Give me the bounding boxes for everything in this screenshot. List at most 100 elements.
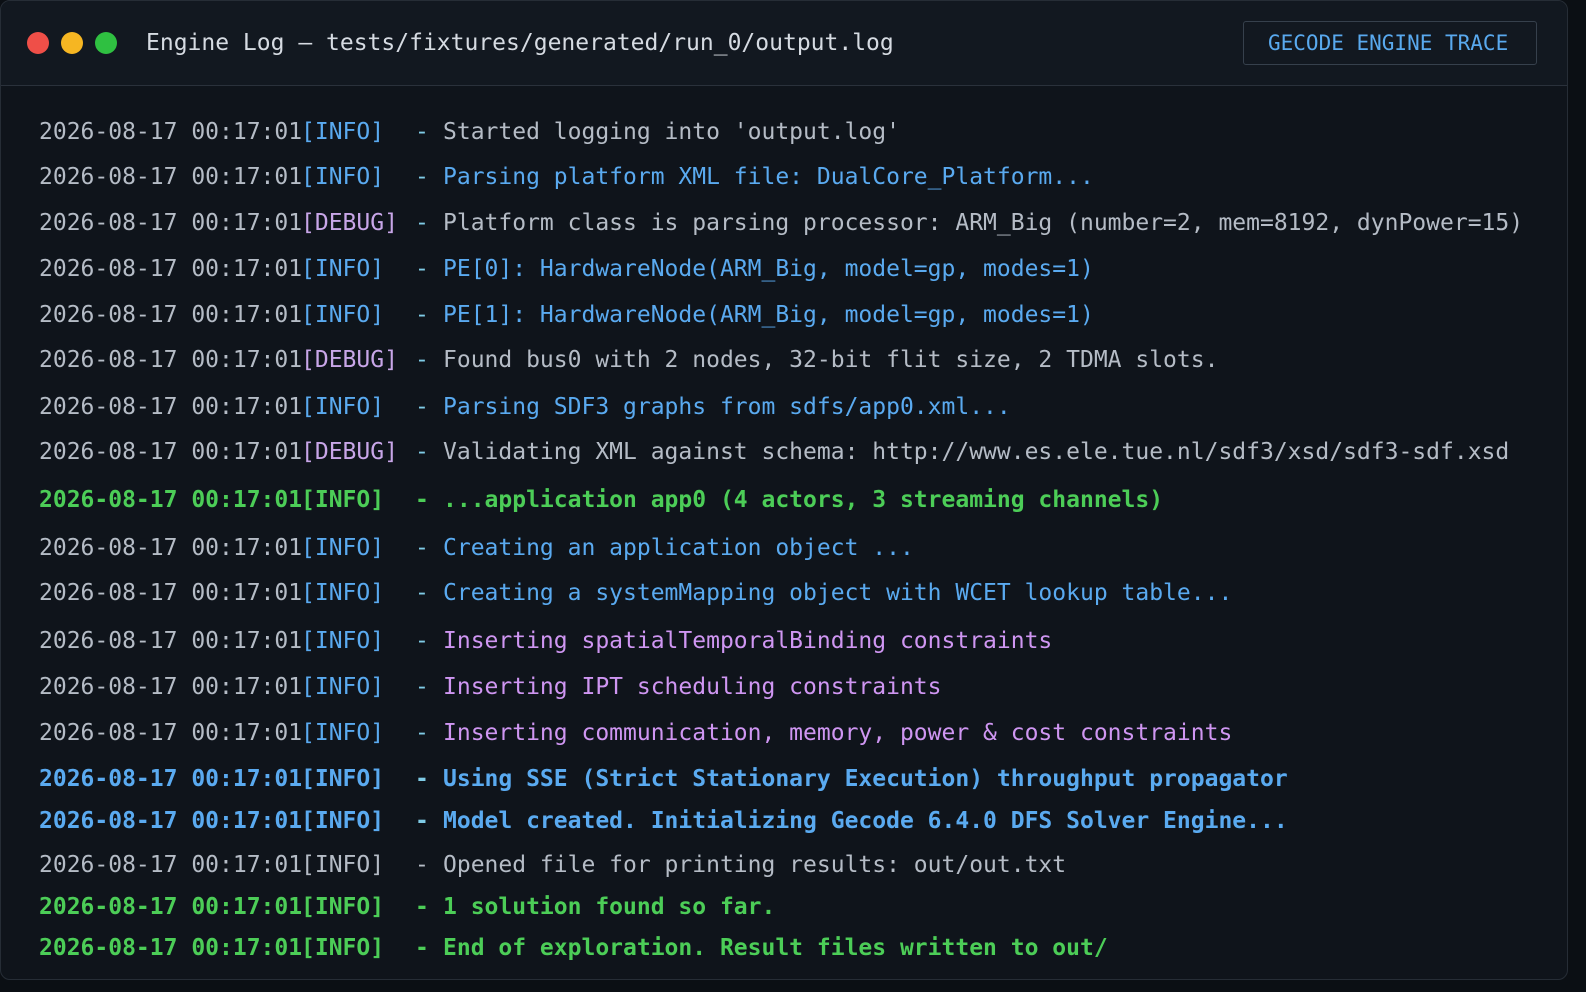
log-line: 2026-08-17 00:17:01[INFO] - ...application…	[39, 482, 1163, 518]
log-line: 2026-08-17 00:17:01[INFO] - Model created.…	[39, 803, 1288, 839]
log-separator: -	[415, 628, 429, 654]
log-message: Platform class is parsing processor: ARM…	[443, 210, 1524, 236]
log-separator: -	[415, 119, 429, 145]
log-message: Creating an application object ...	[443, 535, 914, 561]
log-separator: -	[415, 535, 429, 561]
log-line: 2026-08-17 00:17:01[DEBUG] - Found bus0 wi…	[39, 342, 1218, 378]
log-timestamp: 2026-08-17 00:17:01	[39, 119, 303, 145]
log-message: Inserting spatialTemporalBinding constra…	[443, 628, 1053, 654]
log-level: [INFO]	[301, 720, 385, 746]
log-message: Creating a systemMapping object with WCE…	[443, 580, 1233, 606]
log-timestamp: 2026-08-17 00:17:01	[39, 487, 303, 513]
log-separator: -	[415, 487, 429, 513]
log-timestamp: 2026-08-17 00:17:01	[39, 894, 303, 920]
log-line: 2026-08-17 00:17:01[INFO] - Inserting comm…	[39, 715, 1232, 751]
log-separator: -	[415, 210, 429, 236]
log-level: [INFO]	[301, 628, 385, 654]
log-timestamp: 2026-08-17 00:17:01	[39, 210, 303, 236]
log-timestamp: 2026-08-17 00:17:01	[39, 439, 303, 465]
log-message: Validating XML against schema: http://ww…	[443, 439, 1510, 465]
log-level: [INFO]	[301, 487, 385, 513]
engine-trace-badge: GECODE ENGINE TRACE	[1243, 21, 1537, 65]
log-message: Inserting communication, memory, power &…	[443, 720, 1233, 746]
log-line: 2026-08-17 00:17:01[INFO] - Creating a sys…	[39, 575, 1232, 611]
log-separator: -	[415, 720, 429, 746]
log-line: 2026-08-17 00:17:01[INFO] - Using SSE (Str…	[39, 761, 1288, 797]
log-level: [DEBUG]	[301, 210, 398, 236]
window-title: Engine Log — tests/fixtures/generated/ru…	[146, 30, 894, 56]
log-level: [INFO]	[301, 580, 385, 606]
log-level: [DEBUG]	[301, 347, 398, 373]
log-message: Opened file for printing results: out/ou…	[443, 852, 1067, 878]
log-timestamp: 2026-08-17 00:17:01	[39, 535, 303, 561]
log-timestamp: 2026-08-17 00:17:01	[39, 628, 303, 654]
log-level: [INFO]	[301, 119, 385, 145]
log-level: [INFO]	[301, 894, 385, 920]
log-timestamp: 2026-08-17 00:17:01	[39, 674, 303, 700]
log-message: PE[1]: HardwareNode(ARM_Big, model=gp, m…	[443, 302, 1094, 328]
log-line: 2026-08-17 00:17:01[INFO] - Opened file fo…	[39, 847, 1066, 883]
log-timestamp: 2026-08-17 00:17:01	[39, 302, 303, 328]
log-timestamp: 2026-08-17 00:17:01	[39, 164, 303, 190]
log-level: [INFO]	[301, 394, 385, 420]
log-separator: -	[415, 935, 429, 961]
log-timestamp: 2026-08-17 00:17:01	[39, 580, 303, 606]
log-line: 2026-08-17 00:17:01[INFO] -1 solution fou…	[39, 889, 775, 925]
minimize-window-button[interactable]	[61, 32, 83, 54]
log-separator: -	[415, 164, 429, 190]
log-separator: -	[415, 256, 429, 282]
log-message: ...application app0 (4 actors, 3 streami…	[443, 487, 1164, 513]
log-message: End of exploration. Result files written…	[443, 935, 1108, 961]
log-timestamp: 2026-08-17 00:17:01	[39, 808, 303, 834]
log-separator: -	[415, 766, 429, 792]
title-bar: Engine Log — tests/fixtures/generated/ru…	[1, 1, 1567, 86]
log-separator: -	[415, 439, 429, 465]
log-level: [INFO]	[301, 535, 385, 561]
log-line: 2026-08-17 00:17:01[DEBUG] - Platform clas…	[39, 205, 1523, 241]
log-message: Using SSE (Strict Stationary Execution) …	[443, 766, 1288, 792]
log-line: 2026-08-17 00:17:01[DEBUG] - Validating XM…	[39, 434, 1509, 470]
log-message: PE[0]: HardwareNode(ARM_Big, model=gp, m…	[443, 256, 1094, 282]
log-level: [INFO]	[301, 852, 385, 878]
log-separator: -	[415, 394, 429, 420]
log-message: Parsing platform XML file: DualCore_Plat…	[443, 164, 1094, 190]
log-window: Engine Log — tests/fixtures/generated/ru…	[0, 0, 1568, 980]
log-timestamp: 2026-08-17 00:17:01	[39, 766, 303, 792]
maximize-window-button[interactable]	[95, 32, 117, 54]
log-line: 2026-08-17 00:17:01[INFO] - Parsing platfo…	[39, 159, 1094, 195]
log-level: [INFO]	[301, 674, 385, 700]
log-separator: -	[415, 894, 429, 920]
log-level: [INFO]	[301, 302, 385, 328]
log-message: 1 solution found so far.	[443, 894, 776, 920]
log-message: Started logging into 'output.log'	[443, 119, 900, 145]
log-level: [INFO]	[301, 808, 385, 834]
log-line: 2026-08-17 00:17:01[INFO] - End of explora…	[39, 930, 1108, 966]
log-timestamp: 2026-08-17 00:17:01	[39, 256, 303, 282]
log-message: Inserting IPT scheduling constraints	[443, 674, 942, 700]
log-timestamp: 2026-08-17 00:17:01	[39, 394, 303, 420]
log-level: [INFO]	[301, 256, 385, 282]
log-line: 2026-08-17 00:17:01[INFO] - Creating an ap…	[39, 530, 914, 566]
log-timestamp: 2026-08-17 00:17:01	[39, 347, 303, 373]
log-level: [INFO]	[301, 766, 385, 792]
log-timestamp: 2026-08-17 00:17:01	[39, 720, 303, 746]
log-separator: -	[415, 674, 429, 700]
log-line: 2026-08-17 00:17:01[INFO] - PE[0]: Hardwar…	[39, 251, 1094, 287]
log-message: Model created. Initializing Gecode 6.4.0…	[443, 808, 1288, 834]
log-line: 2026-08-17 00:17:01[INFO] - Inserting spat…	[39, 623, 1052, 659]
log-line: 2026-08-17 00:17:01[INFO] - Started loggin…	[39, 114, 900, 150]
log-message: Found bus0 with 2 nodes, 32-bit flit siz…	[443, 347, 1219, 373]
log-line: 2026-08-17 00:17:01[INFO] - Inserting IPT …	[39, 669, 942, 705]
log-separator: -	[415, 347, 429, 373]
log-line: 2026-08-17 00:17:01[INFO] - PE[1]: Hardwar…	[39, 297, 1094, 333]
log-separator: -	[415, 580, 429, 606]
log-level: [INFO]	[301, 164, 385, 190]
log-separator: -	[415, 852, 429, 878]
log-line: 2026-08-17 00:17:01[INFO] - Parsing SDF3 g…	[39, 389, 1011, 425]
log-message: Parsing SDF3 graphs from sdfs/app0.xml..…	[443, 394, 1011, 420]
log-separator: -	[415, 302, 429, 328]
log-level: [INFO]	[301, 935, 385, 961]
log-separator: -	[415, 808, 429, 834]
close-window-button[interactable]	[27, 32, 49, 54]
log-timestamp: 2026-08-17 00:17:01	[39, 852, 303, 878]
